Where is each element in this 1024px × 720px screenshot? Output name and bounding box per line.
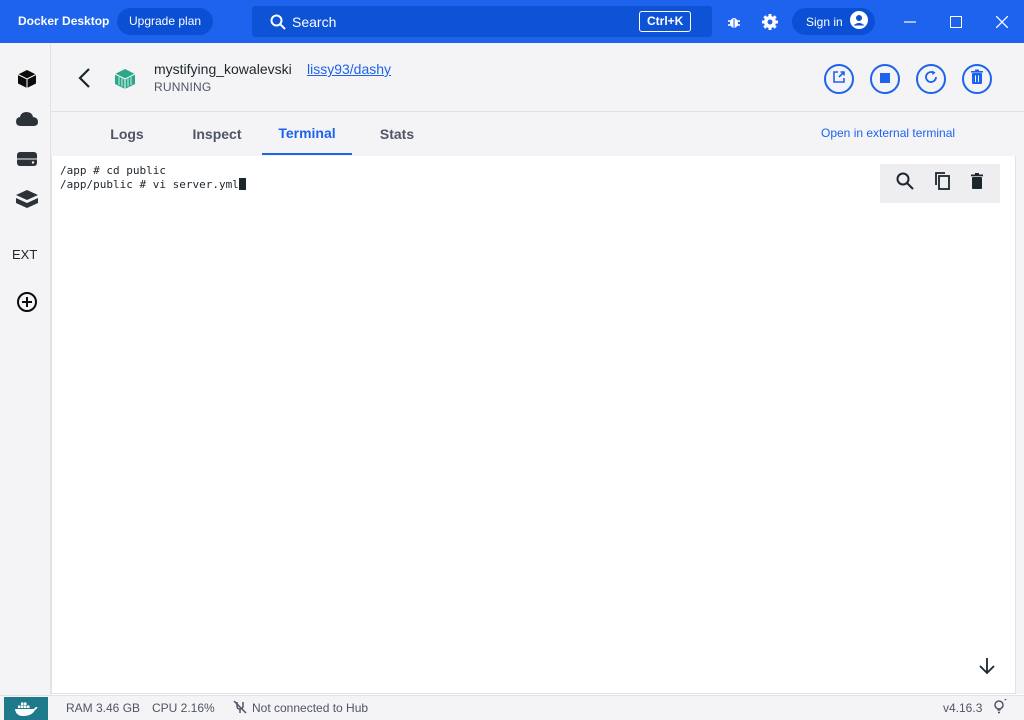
search-shortcut-badge: Ctrl+K <box>639 11 692 32</box>
terminal-cursor <box>238 178 246 190</box>
version-label: v4.16.3 <box>943 701 983 715</box>
restart-icon <box>923 69 939 90</box>
dev-environments-icon[interactable] <box>13 185 41 213</box>
sign-in-button[interactable]: Sign in <box>792 8 875 35</box>
back-arrow-icon[interactable] <box>77 67 97 89</box>
clear-icon[interactable] <box>970 172 984 195</box>
container-name: mystifying_kowalevski <box>154 61 292 77</box>
lightbulb-tips-icon[interactable] <box>992 698 1008 718</box>
settings-gear-icon[interactable] <box>760 12 780 32</box>
images-cloud-icon[interactable] <box>13 105 41 133</box>
terminal-line: /app # cd public <box>60 164 166 177</box>
app-title: Docker Desktop <box>18 14 110 28</box>
title-bar: Docker Desktop Upgrade plan Search Ctrl+… <box>0 0 1024 43</box>
open-in-browser-button[interactable] <box>824 64 854 94</box>
cpu-usage: CPU 2.16% <box>152 701 215 715</box>
account-circle-icon <box>849 10 869 33</box>
copy-icon[interactable] <box>933 171 951 196</box>
open-external-terminal-link[interactable]: Open in external terminal <box>821 126 955 140</box>
left-sidebar: EXT <box>0 43 51 695</box>
search-input[interactable]: Search Ctrl+K <box>252 6 712 37</box>
right-gutter <box>1016 156 1024 694</box>
search-icon <box>270 14 286 35</box>
tab-terminal[interactable]: Terminal <box>262 112 352 155</box>
minimize-icon[interactable] <box>898 10 922 34</box>
stop-button[interactable] <box>870 64 900 94</box>
terminal-line-text: /app/public # vi server.yml <box>60 178 239 191</box>
container-image-link[interactable]: lissy93/dashy <box>307 61 391 77</box>
delete-icon <box>970 69 984 90</box>
hub-disconnected-icon <box>233 700 247 717</box>
delete-button[interactable] <box>962 64 992 94</box>
tab-inspect[interactable]: Inspect <box>181 112 253 155</box>
close-icon[interactable] <box>990 10 1014 34</box>
scroll-to-bottom-icon[interactable] <box>977 656 997 676</box>
terminal-line-current: /app/public # vi server.yml <box>60 178 246 191</box>
docker-whale-icon[interactable] <box>4 697 48 720</box>
hub-status: Not connected to Hub <box>252 701 369 715</box>
container-cube-icon <box>113 67 137 96</box>
container-header: mystifying_kowalevski lissy93/dashy RUNN… <box>51 43 1024 112</box>
sign-in-label: Sign in <box>806 14 843 29</box>
stop-icon <box>880 70 890 88</box>
search-placeholder: Search <box>292 14 337 30</box>
maximize-icon[interactable] <box>944 10 968 34</box>
tab-logs[interactable]: Logs <box>97 112 157 155</box>
ram-usage: RAM 3.46 GB <box>66 701 141 715</box>
add-circle-icon[interactable] <box>13 288 41 316</box>
status-bar: RAM 3.46 GB CPU 2.16% Not connected to H… <box>0 695 1024 720</box>
volumes-icon[interactable] <box>13 145 41 173</box>
search-icon[interactable] <box>896 172 914 195</box>
bug-report-icon[interactable] <box>724 12 744 32</box>
terminal-panel[interactable]: /app # cd public /app/public # vi server… <box>51 156 1016 694</box>
tab-stats[interactable]: Stats <box>367 112 427 155</box>
upgrade-plan-button[interactable]: Upgrade plan <box>117 8 214 35</box>
restart-button[interactable] <box>916 64 946 94</box>
container-status: RUNNING <box>154 80 212 94</box>
containers-icon[interactable] <box>13 65 41 93</box>
extensions-label: EXT <box>12 247 38 262</box>
open-in-browser-icon <box>832 70 846 89</box>
terminal-toolbar <box>880 164 1000 203</box>
tab-bar: Logs Inspect Terminal Stats Open in exte… <box>51 112 1024 156</box>
